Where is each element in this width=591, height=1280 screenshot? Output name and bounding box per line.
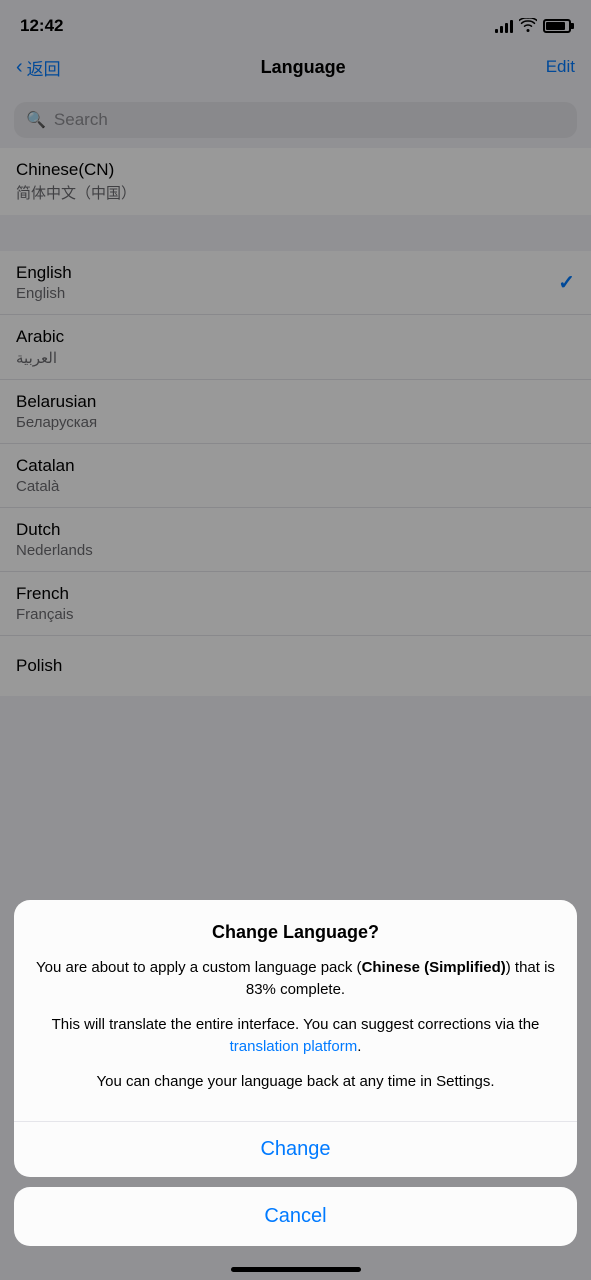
cancel-button[interactable]: Cancel [14, 1187, 577, 1246]
change-language-dialog: Change Language? You are about to apply … [14, 900, 577, 1178]
dialog-stack: Change Language? You are about to apply … [0, 900, 591, 1280]
dialog-title: Change Language? [34, 922, 557, 943]
translation-platform-link[interactable]: translation platform [230, 1038, 358, 1055]
dialog-content: Change Language? You are about to apply … [14, 900, 577, 1122]
dialog-bold-lang: Chinese (Simplified) [362, 959, 506, 976]
cancel-dialog-card: Cancel [14, 1187, 577, 1246]
dialog-body-2: This will translate the entire interface… [34, 1014, 557, 1059]
home-indicator [231, 1267, 361, 1272]
dialog-body-1: You are about to apply a custom language… [34, 957, 557, 1002]
dialog-overlay: Change Language? You are about to apply … [0, 0, 591, 1280]
change-button[interactable]: Change [14, 1122, 577, 1177]
dialog-body-3: You can change your language back at any… [34, 1071, 557, 1094]
